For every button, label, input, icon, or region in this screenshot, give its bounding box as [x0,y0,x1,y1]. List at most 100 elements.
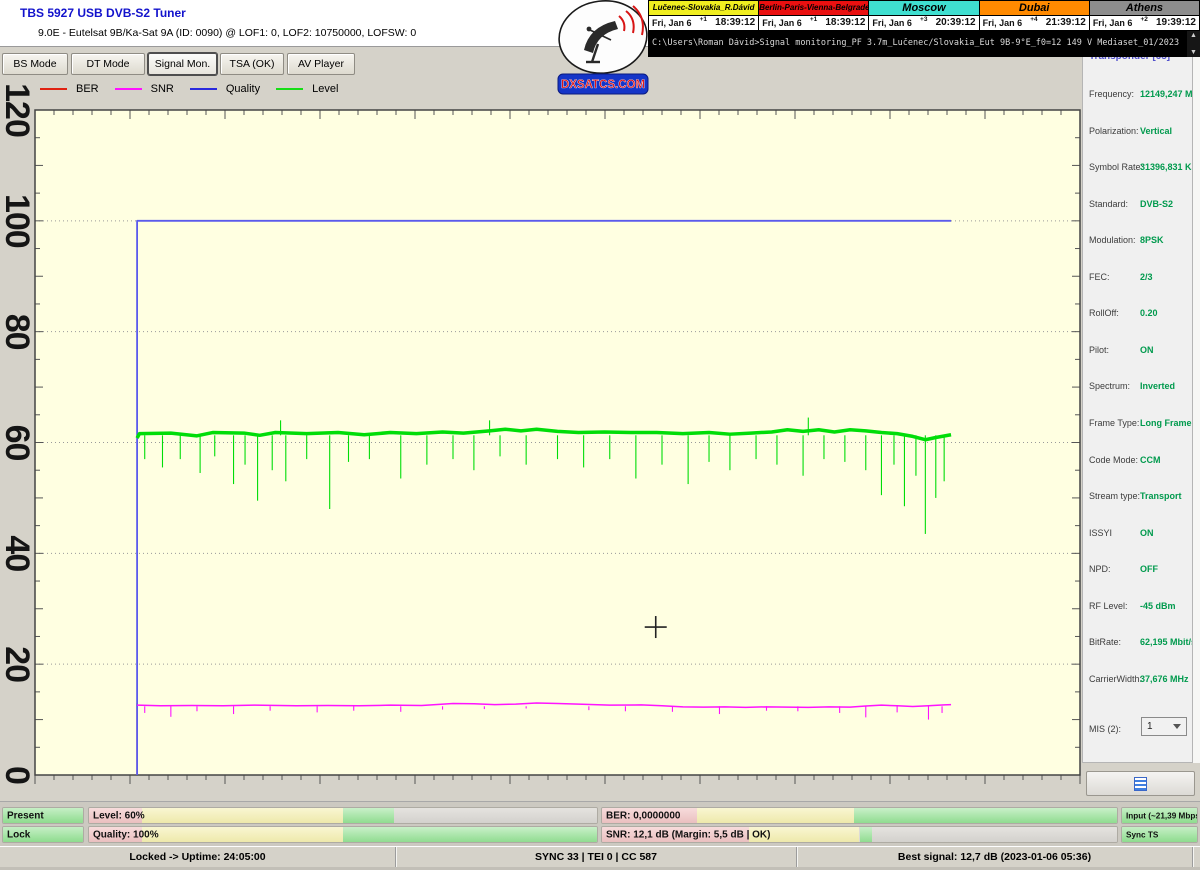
bar-segment-green [343,808,394,823]
status-spacer [1193,847,1200,867]
bar-label: Present [7,810,44,821]
bar-label: Quality: 100% [93,829,159,840]
clock-time-row: Fri, Jan 6 +3 20:39:12 [869,16,978,30]
mis-selected-value: 1 [1147,721,1153,732]
bar-segment-yellow [142,808,343,823]
bar-segment-green [854,808,1117,823]
clock-time-row: Fri, Jan 6+219:39:12 [1090,16,1199,30]
field-label: Polarization: [1089,126,1139,136]
clock-date: Fri, Jan 6 [1093,18,1133,28]
field-label: NPD: [1089,564,1111,574]
field-value: Inverted [1140,381,1175,391]
tab-av-player[interactable]: AV Player [287,53,355,75]
console-text: C:\Users\Roman Dávid>Signal monitoring_P… [652,38,1184,48]
field-value: Vertical [1140,126,1172,136]
legend-label: SNR [151,83,174,95]
field-value: DVB-S2 [1140,199,1173,209]
field-label: FEC: [1089,272,1110,282]
transponder-field-rf-level: RF Level: -45 dBm [1083,601,1192,614]
signal-chart[interactable]: 020406080100120 [0,0,1082,802]
field-value: -45 dBm [1140,601,1176,611]
transponder-field-pilot: Pilot: ON [1083,345,1192,358]
tab-tsa-ok[interactable]: TSA (OK) [220,53,284,75]
field-label: Frame Type: [1089,418,1139,428]
lock-indicator: Lock [2,826,84,843]
field-value: 8PSK [1140,235,1164,245]
input-indicator: Input (~21,39 Mbps) [1121,807,1198,824]
snr-progressbar: SNR: 12,1 dB (Margin: 5,5 dB | OK) [601,826,1118,843]
clock-date: Fri, Jan 6 [762,18,802,28]
console-scrollbar[interactable]: ▲ ▼ [1187,31,1200,57]
tab-dt-mode[interactable]: DT Mode [71,53,145,75]
legend-item-ber: BER [40,83,99,95]
clock-utc-offset: +1 [700,16,707,23]
clock-time: 21:39:12 [1046,17,1086,28]
clock-city-label: Athens [1090,1,1199,16]
clock-utc-offset: +2 [1140,16,1147,23]
field-label: Standard: [1089,199,1128,209]
svg-text:120: 120 [0,83,36,137]
field-value: CCM [1140,455,1161,465]
bar-label: Sync TS [1126,830,1158,839]
transponder-field-rolloff: RollOff:0.20 [1083,308,1192,321]
mis-select[interactable]: 1 [1141,717,1187,736]
clock-date: Fri, Jan 6 [872,18,912,28]
field-label: RF Level: [1089,601,1128,611]
clock-date: Fri, Jan 6 [652,18,692,28]
clock-utc-offset: +3 [920,16,927,23]
status-uptime: Locked -> Uptime: 24:05:00 [0,847,396,867]
chevron-down-icon [1173,724,1181,729]
present-indicator: Present [2,807,84,824]
quality-progressbar: Quality: 100% [88,826,598,843]
svg-text:40: 40 [0,535,36,571]
svg-text:20: 20 [0,646,36,682]
clock-column-5: AthensFri, Jan 6+219:39:12 [1089,1,1199,30]
field-label: Stream type: [1089,491,1140,501]
list-icon [1134,777,1147,791]
field-label: Spectrum: [1089,381,1130,391]
field-value: 31396,831 KS/s [1140,162,1193,172]
transponder-field-bitrate: BitRate:62,195 Mbit/s [1083,637,1192,650]
scroll-up-icon[interactable]: ▲ [1190,32,1197,39]
field-label: RollOff: [1089,308,1119,318]
clock-time: 20:39:12 [936,17,976,28]
legend-item-snr: SNR [115,83,174,95]
satellite-dish-icon [556,0,650,78]
dxsatcs-text: DXSATCS.COM [561,79,645,91]
bar-label: Lock [7,829,30,840]
legend-line-swatch [40,88,67,90]
field-value: OFF [1140,564,1158,574]
clock-city-label: Berlin-Paris-Vienna-Belgrade [759,1,868,16]
bar-label: BER: 0,0000000 [606,810,681,821]
transponder-field-modulation: Modulation:8PSK [1083,235,1192,248]
legend-label: Quality [226,83,260,95]
signal-chart-canvas: 020406080100120 [0,0,1082,802]
tab-strip: BS ModeDT ModeSignal Mon.TSA (OK)AV Play… [0,46,648,78]
field-value: ON [1140,345,1154,355]
console-window: C:\Users\Roman Dávid>Signal monitoring_P… [648,31,1200,57]
field-label: Pilot: [1089,345,1109,355]
field-value: 2/3 [1140,272,1153,282]
world-clock-strip: Lučenec-Slovakia_R.DávidFri, Jan 6+118:3… [648,0,1200,31]
field-value: ON [1140,528,1154,538]
scroll-down-icon[interactable]: ▼ [1190,49,1197,56]
svg-text:0: 0 [0,766,36,784]
legend-label: BER [76,83,99,95]
tab-signal-mon[interactable]: Signal Mon. [148,53,217,75]
legend-line-swatch [115,88,142,90]
field-label: BitRate: [1089,637,1121,647]
clock-time: 18:39:12 [825,17,865,28]
transponder-field-symbol-rate: Symbol Rate:31396,831 KS/s [1083,162,1192,175]
svg-text:100: 100 [0,194,36,248]
tab-bs-mode[interactable]: BS Mode [2,53,68,75]
mis-label: MIS (2): [1089,724,1121,734]
transponder-list-button[interactable] [1086,771,1195,796]
svg-text:80: 80 [0,314,36,350]
dxsatcs-banner: DXSATCS.COM [558,74,648,94]
dxsatcs-logo: DXSATCS.COM [556,0,650,97]
clock-time-row: Fri, Jan 6+118:39:12 [759,16,868,30]
clock-city-label: Moscow [869,1,978,16]
legend-line-swatch [190,88,217,90]
clock-city-label: Lučenec-Slovakia_R.Dávid [649,1,758,16]
clock-column-3: Moscow Fri, Jan 6 +3 20:39:12 [868,1,978,30]
